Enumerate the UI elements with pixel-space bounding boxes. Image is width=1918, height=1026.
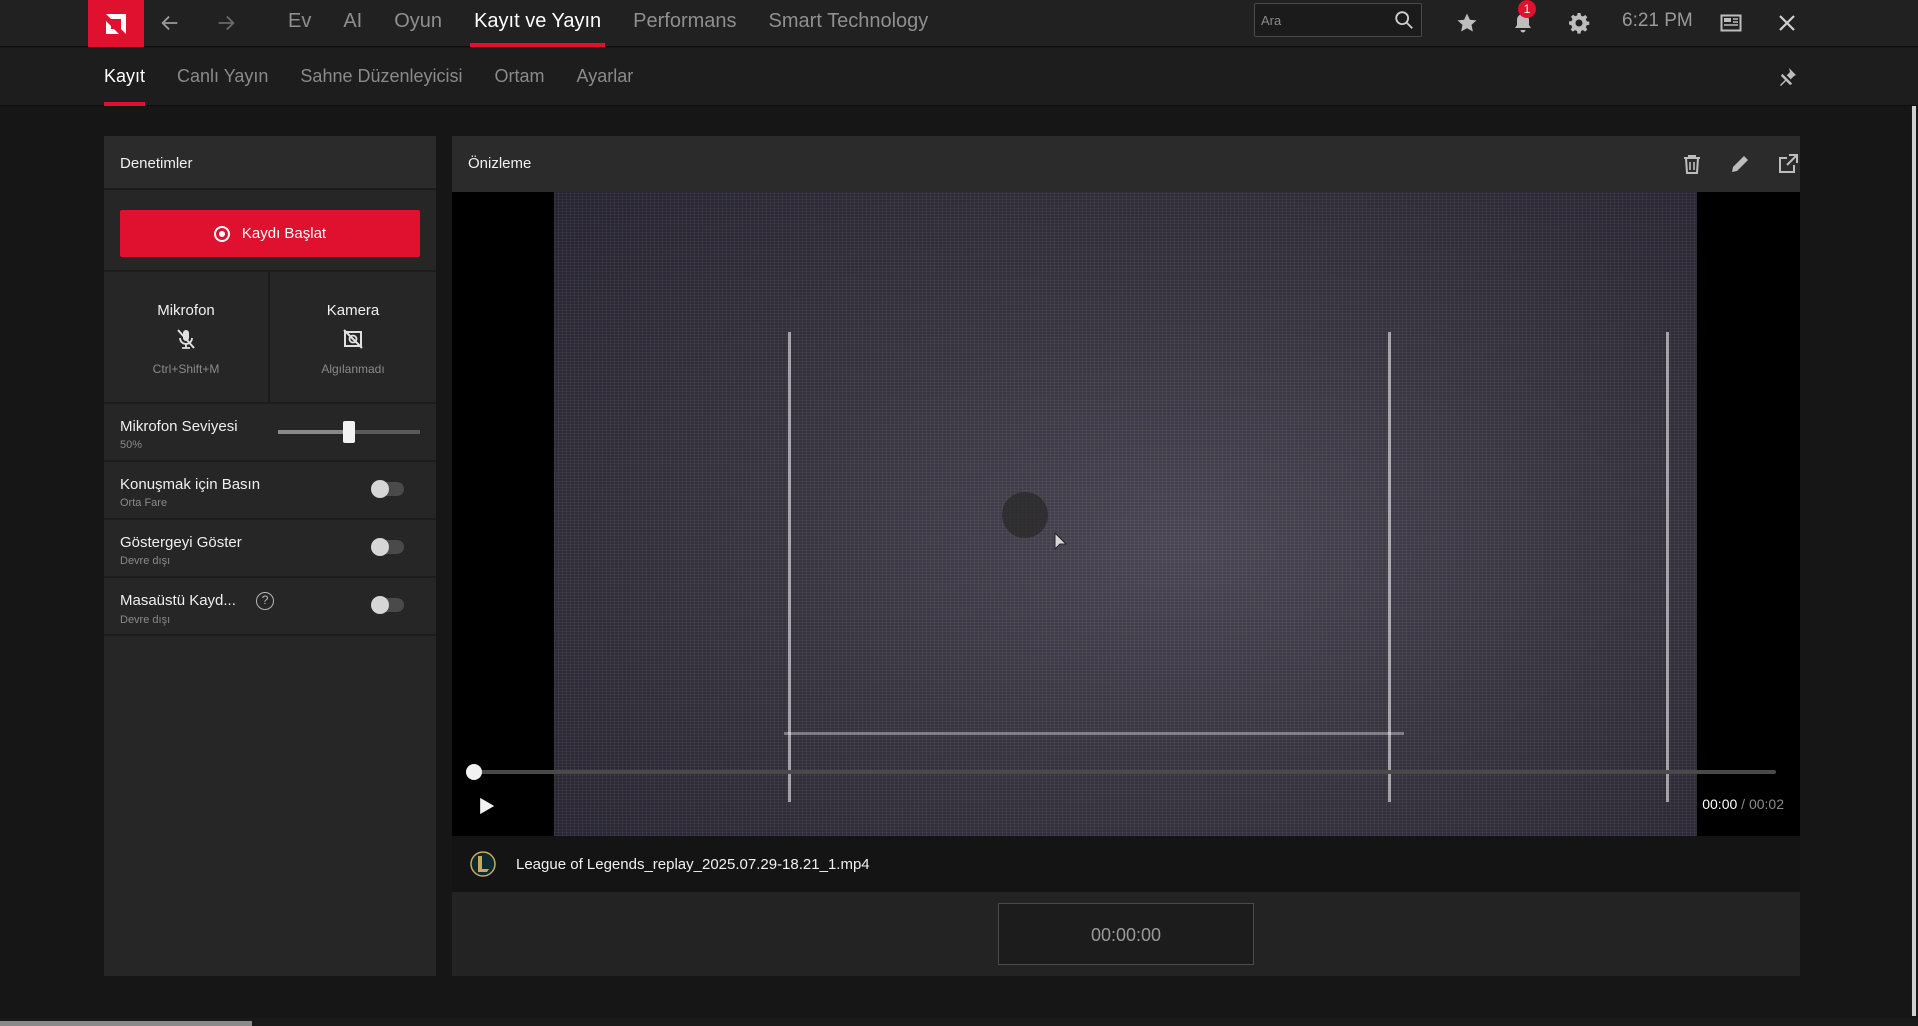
- desktop-record-row: Masaüstü Kayd... ? Devre dışı: [104, 578, 436, 636]
- mic-level-slider[interactable]: [278, 421, 420, 443]
- trash-icon[interactable]: [1680, 152, 1704, 176]
- nav-record-stream[interactable]: Kayıt ve Yayın: [458, 0, 617, 47]
- league-of-legends-icon: [470, 851, 496, 877]
- file-name: League of Legends_replay_2025.07.29-18.2…: [516, 855, 870, 873]
- time-separator: /: [1737, 796, 1749, 812]
- camera-label: Kamera: [326, 302, 380, 319]
- nav-home[interactable]: Ev: [272, 0, 327, 47]
- gear-icon: [1569, 13, 1590, 34]
- camera-off-icon: [343, 329, 363, 349]
- layout-icon: [1720, 14, 1742, 32]
- device-toggles: Mikrofon Ctrl+Shift+M Kamera Algılanmadı: [104, 270, 436, 404]
- forward-button[interactable]: [210, 8, 242, 38]
- scene-detail: [1666, 332, 1669, 802]
- share-icon[interactable]: [1776, 152, 1800, 176]
- show-indicator-toggle[interactable]: [371, 538, 404, 556]
- horizontal-scroll-thumb[interactable]: [0, 1021, 252, 1026]
- preview-title: Önizleme: [452, 136, 1800, 192]
- search-box: [1254, 3, 1422, 37]
- nav-ai[interactable]: AI: [327, 0, 378, 47]
- controls-panel: Denetimler Kaydı Başlat Mikrofon Ctrl+Sh…: [104, 136, 436, 976]
- show-indicator-row: Göstergeyi Göster Devre dışı: [104, 520, 436, 578]
- camera-toggle[interactable]: Kamera Algılanmadı: [270, 272, 436, 402]
- tab-scene-editor[interactable]: Sahne Düzenleyicisi: [300, 48, 462, 106]
- show-indicator-status: Devre dışı: [120, 555, 171, 567]
- clock: 6:21 PM: [1622, 10, 1693, 31]
- video-frame: [554, 192, 1697, 836]
- tab-live-stream[interactable]: Canlı Yayın: [177, 48, 268, 106]
- main-nav: Ev AI Oyun Kayıt ve Yayın Performans Sma…: [272, 0, 944, 47]
- horizontal-scrollbar[interactable]: [0, 1018, 1918, 1026]
- push-to-talk-row: Konuşmak için Basın Orta Fare: [104, 462, 436, 520]
- toggle-knob: [371, 596, 389, 614]
- microphone-muted-icon: [177, 329, 195, 349]
- tab-settings[interactable]: Ayarlar: [577, 48, 634, 106]
- duration: 00:02: [1748, 796, 1784, 812]
- nav-gaming[interactable]: Oyun: [378, 0, 458, 47]
- edit-icon[interactable]: [1728, 152, 1752, 176]
- back-arrow-icon: [161, 15, 178, 31]
- toggle-knob: [371, 538, 389, 556]
- back-button[interactable]: [154, 8, 186, 38]
- top-bar: Ev AI Oyun Kayıt ve Yayın Performans Sma…: [0, 0, 1918, 47]
- pin-icon[interactable]: [1775, 65, 1799, 89]
- notification-badge: 1: [1518, 0, 1536, 18]
- center-play-overlay[interactable]: [1002, 492, 1048, 538]
- controls-title: Denetimler: [104, 136, 436, 190]
- favorites-button[interactable]: [1450, 6, 1484, 40]
- tab-media[interactable]: Ortam: [495, 48, 545, 106]
- settings-button[interactable]: [1562, 6, 1596, 40]
- layout-button[interactable]: [1714, 6, 1748, 40]
- microphone-shortcut: Ctrl+Shift+M: [152, 362, 220, 376]
- close-button[interactable]: [1770, 6, 1804, 40]
- microphone-toggle[interactable]: Mikrofon Ctrl+Shift+M: [104, 272, 270, 402]
- play-icon[interactable]: [472, 792, 500, 820]
- recording-timer: 00:00:00: [998, 903, 1254, 965]
- current-time: 00:00: [1702, 796, 1738, 812]
- close-icon: [1779, 15, 1795, 31]
- search-input[interactable]: [1261, 9, 1389, 31]
- desktop-record-label: Masaüstü Kayd...: [120, 592, 236, 609]
- nav-smart-technology[interactable]: Smart Technology: [753, 0, 945, 47]
- amd-logo[interactable]: [88, 0, 144, 47]
- star-icon: [1457, 13, 1477, 32]
- mic-level-row: Mikrofon Seviyesi 50%: [104, 404, 436, 462]
- mic-level-thumb[interactable]: [343, 421, 355, 443]
- tab-record[interactable]: Kayıt: [104, 48, 146, 106]
- vertical-scroll-thumb[interactable]: [1912, 106, 1916, 1016]
- push-to-talk-key: Orta Fare: [120, 497, 168, 509]
- help-icon[interactable]: ?: [256, 592, 275, 611]
- playback-time: 00:00 / 00:02: [1702, 796, 1784, 812]
- video-player[interactable]: 00:00 / 00:02: [452, 192, 1800, 836]
- desktop-record-toggle[interactable]: [371, 596, 404, 614]
- search-icon[interactable]: [1393, 9, 1415, 31]
- amd-logo-icon: [106, 13, 126, 34]
- seek-thumb[interactable]: [466, 764, 482, 780]
- start-recording-button[interactable]: Kaydı Başlat: [120, 210, 420, 257]
- vertical-scrollbar[interactable]: [1910, 106, 1918, 1016]
- seek-bar[interactable]: [466, 764, 1776, 780]
- mic-level-value: 50%: [120, 439, 143, 451]
- start-recording-label: Kaydı Başlat: [241, 225, 327, 242]
- file-info-bar: League of Legends_replay_2025.07.29-18.2…: [452, 836, 1800, 892]
- record-icon: [213, 225, 230, 242]
- mic-level-fill: [278, 430, 349, 434]
- scene-detail: [784, 732, 1404, 735]
- forward-arrow-icon: [218, 15, 235, 31]
- sub-nav: Kayıt Canlı Yayın Sahne Düzenleyicisi Or…: [0, 48, 1918, 106]
- desktop-record-status: Devre dışı: [120, 614, 171, 627]
- mouse-cursor-icon: [1054, 532, 1068, 551]
- nav-performance[interactable]: Performans: [617, 0, 752, 47]
- camera-status: Algılanmadı: [321, 362, 385, 376]
- microphone-label: Mikrofon: [157, 302, 215, 319]
- push-to-talk-toggle[interactable]: [371, 480, 404, 498]
- preview-panel: Önizleme 00:00 / 00:02 League of Legends…: [452, 136, 1800, 976]
- toggle-knob: [371, 480, 389, 498]
